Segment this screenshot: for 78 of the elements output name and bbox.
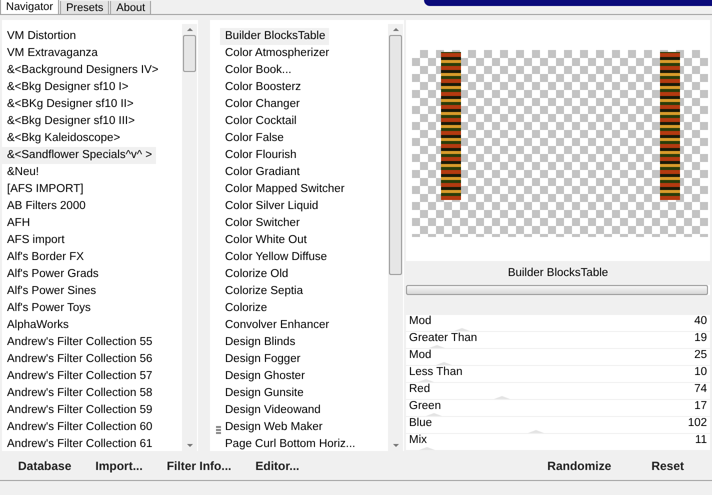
category-item[interactable]: Andrew's Filter Collection 56 <box>2 351 156 368</box>
filter-item[interactable]: Color Boosterz <box>220 79 306 96</box>
filter-item[interactable]: Color Book... <box>220 62 296 79</box>
scroll-down-icon[interactable] <box>392 444 398 447</box>
tab[interactable]: Navigator <box>0 0 60 14</box>
tab[interactable]: Presets <box>60 1 110 14</box>
toolbar-button[interactable]: Database <box>8 456 82 474</box>
parameter-slider[interactable]: Mod 40 <box>406 315 710 331</box>
filter-item[interactable]: Design Blinds <box>220 334 300 351</box>
scroll-down-icon[interactable] <box>186 444 192 447</box>
category-item[interactable]: VM Distortion <box>2 28 80 45</box>
filter-item[interactable]: Color Mapped Switcher <box>220 181 349 198</box>
filter-item[interactable]: Color Silver Liquid <box>220 198 322 215</box>
parameter-slider[interactable]: Less Than 10 <box>406 366 710 382</box>
parameter-slider[interactable]: Mix 11 <box>406 434 710 450</box>
category-item[interactable]: Alf's Power Grads <box>2 266 103 283</box>
grip-icon[interactable] <box>216 426 221 435</box>
action-button[interactable]: Reset <box>641 456 694 474</box>
filter-item[interactable]: Color False <box>220 130 288 147</box>
filter-item[interactable]: Color Atmospherizer <box>220 45 334 62</box>
category-item[interactable]: &<Sandflower Specials^v^ > <box>2 147 156 164</box>
parameter-slider[interactable]: Greater Than 19 <box>406 332 710 348</box>
filter-item[interactable]: Builder BlocksTable <box>220 28 330 45</box>
tab[interactable]: About <box>110 1 152 14</box>
filter-item[interactable]: Color Cocktail <box>220 113 301 130</box>
filter-item[interactable]: Design Web Maker <box>220 419 327 436</box>
parameter-slider[interactable]: Green 17 <box>406 400 710 416</box>
category-item[interactable]: &<Background Designers IV> <box>2 62 163 79</box>
filter-title: Builder BlocksTable <box>406 261 710 286</box>
category-item[interactable]: &<BKg Designer sf10 II> <box>2 96 138 113</box>
filter-item[interactable]: Colorize Septia <box>220 283 307 300</box>
filter-item[interactable]: Convolver Enhancer <box>220 317 334 334</box>
category-item[interactable]: [AFS IMPORT] <box>2 181 88 198</box>
toolbar-button[interactable]: Editor... <box>245 456 310 474</box>
scrollbar[interactable] <box>388 24 403 451</box>
category-item[interactable]: &<Bkg Designer sf10 I> <box>2 79 132 96</box>
toolbar-button[interactable]: Import... <box>85 456 153 474</box>
category-item[interactable]: Alf's Power Toys <box>2 300 95 317</box>
category-item[interactable]: Alf's Power Sines <box>2 283 100 300</box>
scroll-up-icon[interactable] <box>186 28 192 31</box>
category-item[interactable]: VM Extravaganza <box>2 45 102 62</box>
splitter-bar[interactable] <box>406 285 708 295</box>
filter-item[interactable]: Design Fogger <box>220 351 304 368</box>
filter-item[interactable]: Color Switcher <box>220 215 304 232</box>
category-item[interactable]: &<Bkg Designer sf10 III> <box>2 113 139 130</box>
filter-item[interactable]: Color White Out <box>220 232 311 249</box>
filter-item[interactable]: Design Videowand <box>220 402 325 419</box>
category-item[interactable]: AFH <box>2 215 34 232</box>
scroll-thumb[interactable] <box>389 35 402 275</box>
category-item[interactable]: Alf's Border FX <box>2 249 88 266</box>
category-item[interactable]: Andrew's Filter Collection 61 <box>2 436 156 453</box>
category-item[interactable]: AB Filters 2000 <box>2 198 90 215</box>
filter-item[interactable]: Colorize <box>220 300 272 317</box>
filter-item[interactable]: Colorize Old <box>220 266 292 283</box>
filter-item[interactable]: Color Gradiant <box>220 164 304 181</box>
filter-item[interactable]: Color Yellow Diffuse <box>220 249 332 266</box>
filter-item[interactable]: Page Curl Bottom Horiz... <box>220 436 360 453</box>
category-item[interactable]: AlphaWorks <box>2 317 73 334</box>
parameter-slider[interactable]: Mod 25 <box>406 349 710 365</box>
toolbar-button[interactable]: Filter Info... <box>156 456 242 474</box>
scroll-thumb[interactable] <box>183 35 196 72</box>
category-item[interactable]: &<Bkg Kaleidoscope> <box>2 130 124 147</box>
category-item[interactable]: AFS import <box>2 232 69 249</box>
filter-item[interactable]: Design Ghoster <box>220 368 309 385</box>
category-item[interactable]: Andrew's Filter Collection 60 <box>2 419 156 436</box>
category-item[interactable]: Andrew's Filter Collection 58 <box>2 385 156 402</box>
category-item[interactable]: Andrew's Filter Collection 59 <box>2 402 156 419</box>
parameter-slider[interactable]: Red 74 <box>406 383 710 399</box>
category-item[interactable]: Andrew's Filter Collection 55 <box>2 334 156 351</box>
filter-item[interactable]: Design Gunsite <box>220 385 308 402</box>
action-button[interactable]: Randomize <box>537 456 622 474</box>
parameter-slider[interactable]: Blue 102 <box>406 417 710 433</box>
scrollbar[interactable] <box>182 24 197 451</box>
filter-item[interactable]: Color Changer <box>220 96 304 113</box>
filter-item[interactable]: Color Flourish <box>220 147 301 164</box>
scroll-up-icon[interactable] <box>392 28 398 31</box>
category-item[interactable]: Andrew's Filter Collection 57 <box>2 368 156 385</box>
category-item[interactable]: &Neu! <box>2 164 43 181</box>
